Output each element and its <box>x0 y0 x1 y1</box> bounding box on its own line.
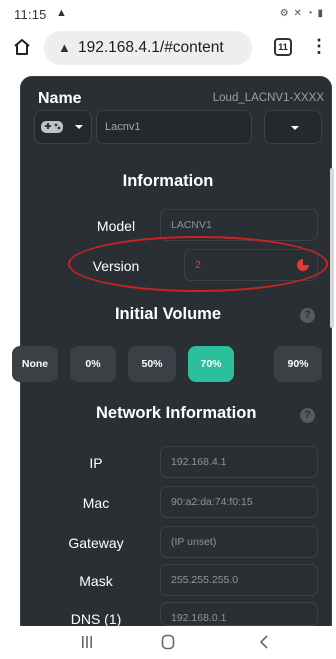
menu-icon[interactable]: ⋮ <box>310 36 328 56</box>
dns1-field[interactable]: 192.168.0.1 <box>160 602 318 626</box>
status-bar: 11:15 ▲ ⚙ ✕ ◔ ▮ <box>0 0 336 28</box>
gamepad-icon <box>41 121 63 133</box>
information-heading: Information <box>122 172 214 190</box>
system-nav-bar <box>0 626 336 659</box>
network-information-heading: Network Information <box>96 404 257 422</box>
scrollbar[interactable] <box>330 168 334 328</box>
volume-option-50[interactable]: 50% <box>128 346 176 382</box>
volume-option-none[interactable]: None <box>12 346 58 382</box>
dns1-label: DNS (1) <box>70 611 122 627</box>
volume-option-0[interactable]: 0% <box>70 346 116 382</box>
browser-toolbar: ▲ 192.168.4.1/#content 11 ⋮ <box>0 28 336 68</box>
device-icon-select[interactable] <box>34 110 92 144</box>
recents-icon[interactable] <box>80 635 94 649</box>
not-secure-icon[interactable]: ▲ <box>58 40 71 55</box>
address-bar[interactable]: ▲ 192.168.4.1/#content <box>44 31 252 65</box>
help-icon[interactable]: ? <box>300 408 315 423</box>
ip-label: IP <box>89 455 103 471</box>
status-time: 11:15 <box>14 7 47 22</box>
gateway-label: Gateway <box>68 535 124 551</box>
model-label: Model <box>96 218 136 234</box>
annotation-ellipse <box>68 236 328 292</box>
home-nav-icon[interactable] <box>161 634 175 650</box>
ip-field[interactable]: 192.168.4.1 <box>160 446 318 478</box>
mac-label: Mac <box>82 495 110 511</box>
device-id: Loud_LACNV1-XXXX <box>212 92 324 104</box>
initial-volume-heading: Initial Volume <box>114 305 222 323</box>
url-text[interactable]: 192.168.4.1/#content <box>78 39 224 57</box>
tab-switcher-button[interactable]: 11 <box>274 38 292 56</box>
gateway-field[interactable]: (IP unset) <box>160 526 318 558</box>
volume-option-70[interactable]: 70% <box>188 346 234 382</box>
warning-icon: ▲ <box>56 7 67 19</box>
chevron-down-icon <box>291 126 299 130</box>
home-icon[interactable] <box>12 37 32 57</box>
chevron-down-icon <box>75 125 83 129</box>
volume-option-90[interactable]: 90% <box>274 346 322 382</box>
back-icon[interactable] <box>259 635 269 649</box>
name-heading: Name <box>38 90 82 107</box>
help-icon[interactable]: ? <box>300 308 315 323</box>
system-status-icons: ⚙ ✕ ◔ ▮ <box>279 8 324 19</box>
mac-field[interactable]: 90:a2:da:74:f0:15 <box>160 486 318 518</box>
device-name-input[interactable]: Lacnv1 <box>96 110 252 144</box>
name-dropdown[interactable] <box>264 110 322 144</box>
mask-field[interactable]: 255.255.255.0 <box>160 564 318 596</box>
mask-label: Mask <box>79 573 113 589</box>
